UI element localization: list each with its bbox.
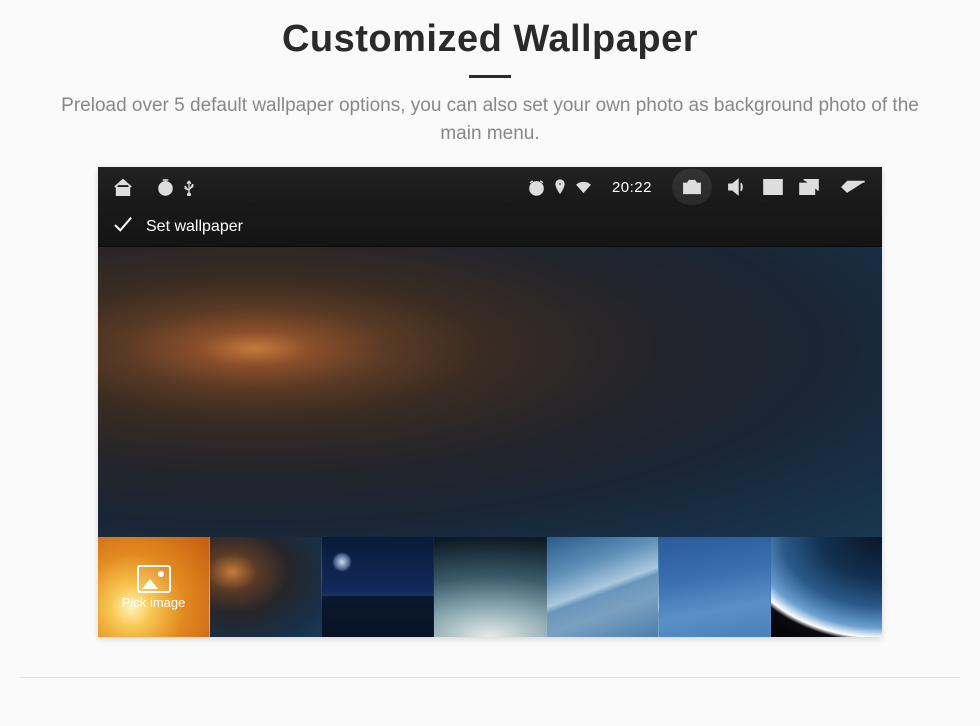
action-bar: Set wallpaper	[98, 207, 882, 247]
recent-apps-icon[interactable]	[798, 178, 820, 196]
page-subtitle: Preload over 5 default wallpaper options…	[40, 92, 940, 147]
close-app-icon[interactable]	[762, 178, 784, 196]
home-icon[interactable]	[112, 177, 134, 197]
pick-image-button[interactable]: Pick image	[98, 537, 210, 637]
image-icon	[137, 565, 171, 593]
status-bar: 20:22	[98, 167, 882, 207]
wallpaper-thumb[interactable]	[659, 537, 771, 637]
wifi-icon	[575, 181, 592, 194]
set-wallpaper-label[interactable]: Set wallpaper	[146, 218, 243, 236]
wallpaper-preview[interactable]	[98, 247, 882, 537]
wallpaper-thumbnails: Pick image	[98, 537, 882, 637]
usb-icon	[183, 179, 195, 196]
section-divider	[20, 677, 960, 678]
confirm-icon[interactable]	[112, 215, 134, 238]
wallpaper-thumb[interactable]	[210, 537, 322, 637]
screenshot-button[interactable]	[672, 169, 712, 205]
wallpaper-thumb[interactable]	[434, 537, 546, 637]
wallpaper-thumb[interactable]	[322, 537, 434, 637]
timer-icon	[158, 179, 173, 196]
back-icon[interactable]	[840, 179, 868, 195]
pick-image-label: Pick image	[122, 595, 186, 610]
page-title: Customized Wallpaper	[282, 18, 698, 61]
title-underline	[469, 75, 511, 78]
location-icon	[555, 179, 565, 195]
wallpaper-thumb[interactable]	[771, 537, 882, 637]
wallpaper-thumb[interactable]	[547, 537, 659, 637]
alarm-icon	[528, 179, 545, 196]
status-time: 20:22	[612, 179, 652, 196]
device-screenshot: 20:22 Set wallpaper Pick image	[98, 167, 882, 637]
volume-icon[interactable]	[726, 178, 748, 196]
